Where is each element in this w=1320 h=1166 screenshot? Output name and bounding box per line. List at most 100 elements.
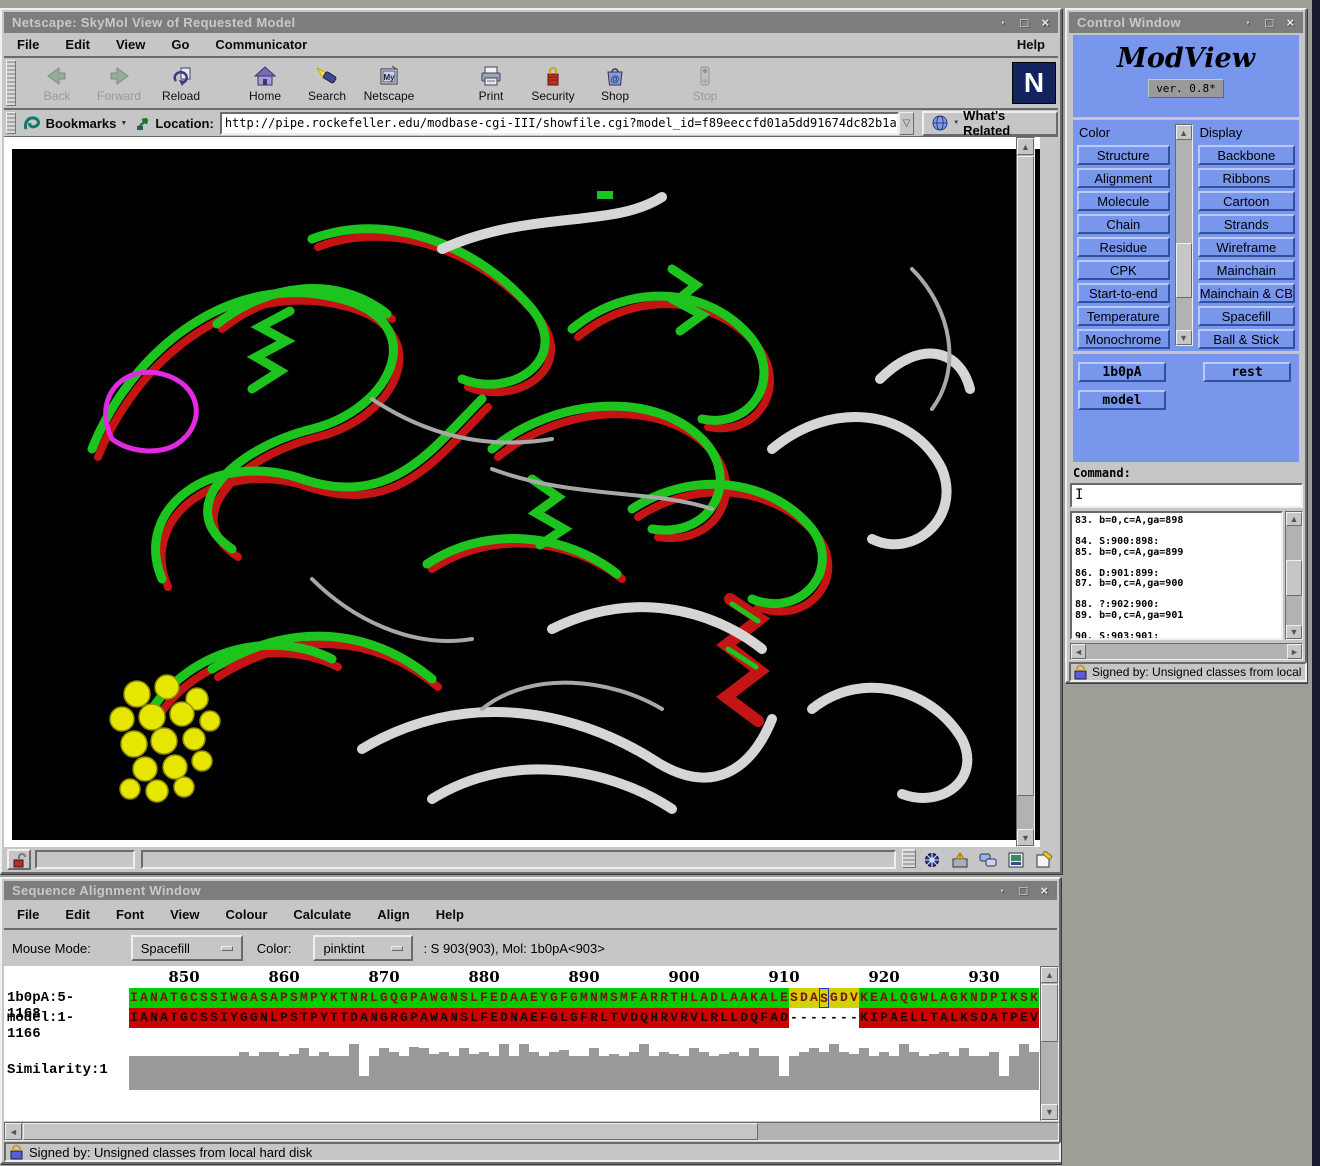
align-menu-file[interactable]: File (4, 907, 52, 922)
whats-related-button[interactable]: ▼ What's Related (922, 111, 1058, 136)
close-icon[interactable]: × (1282, 15, 1299, 30)
toolbar-print-button[interactable]: Print (460, 62, 522, 105)
seq1-segment-yellow-post[interactable]: GDV (829, 988, 859, 1008)
location-icon[interactable] (135, 111, 153, 135)
seq1-segment-green2[interactable]: KEALQGWLAGKNDPIKSK (859, 988, 1039, 1008)
command-input[interactable]: I (1070, 483, 1303, 508)
menu-communicator[interactable]: Communicator (202, 37, 320, 52)
align-menu-calculate[interactable]: Calculate (280, 907, 364, 922)
log-vscrollbar[interactable]: ▲ ▼ (1285, 511, 1303, 640)
rest-button[interactable]: rest (1203, 362, 1291, 382)
scroll-down-icon[interactable]: ▼ (1017, 829, 1034, 846)
bookmarks-label[interactable]: Bookmarks (42, 116, 121, 131)
display-button-ribbons[interactable]: Ribbons (1198, 168, 1295, 188)
command-log[interactable]: 83. b=0,c=A,ga=898 84. S:900:898:85. b=0… (1070, 511, 1283, 640)
menu-help[interactable]: Help (1004, 37, 1058, 52)
display-button-mainchain-cb[interactable]: Mainchain & CB (1198, 283, 1295, 303)
display-button-ball-stick[interactable]: Ball & Stick (1198, 329, 1295, 349)
close-icon[interactable]: × (1037, 15, 1054, 30)
scroll-down-icon[interactable]: ▼ (1041, 1104, 1058, 1120)
color-button-temperature[interactable]: Temperature (1077, 306, 1170, 326)
scroll-down-icon[interactable]: ▼ (1176, 330, 1192, 345)
sequence-panel[interactable]: 850860870880890900910920930 1b0pA:5-1168… (4, 966, 1040, 1121)
display-button-backbone[interactable]: Backbone (1198, 145, 1295, 165)
seq2-segment-red1[interactable]: IANATGCSSIYGGNLPSTPYTTDANGRGPAWANSLFEDNA… (129, 1008, 789, 1028)
display-button-cartoon[interactable]: Cartoon (1198, 191, 1295, 211)
seq2-segment-red2[interactable]: KIPAELLTALKSDATPEV (859, 1008, 1039, 1028)
molecule-button-1b0pA[interactable]: 1b0pA (1078, 362, 1166, 382)
scroll-down-icon[interactable]: ▼ (1286, 625, 1302, 639)
color-button-structure[interactable]: Structure (1077, 145, 1170, 165)
toolbar-search-button[interactable]: Search (296, 62, 358, 105)
security-status-button[interactable] (7, 849, 31, 870)
minimize-icon[interactable]: · (994, 883, 1011, 898)
menu-file[interactable]: File (4, 37, 52, 52)
scroll-left-icon[interactable]: ◄ (1071, 644, 1086, 659)
panel-vscrollbar[interactable]: ▲ ▼ (1175, 124, 1193, 346)
toolbar-security-button[interactable]: Security (522, 62, 584, 105)
control-titlebar[interactable]: Control Window · □ × (1069, 12, 1303, 33)
discussions-icon[interactable] (974, 850, 1002, 870)
align-menu-help[interactable]: Help (423, 907, 477, 922)
navigator-icon[interactable] (918, 850, 946, 870)
color-dropdown[interactable]: pinktint (313, 935, 413, 961)
toolbar-netscape-button[interactable]: MyNetscape (358, 62, 420, 105)
alignment-titlebar[interactable]: Sequence Alignment Window · □ × (4, 881, 1057, 900)
align-menu-view[interactable]: View (157, 907, 212, 922)
addressbook-icon[interactable] (1002, 850, 1030, 870)
color-button-residue[interactable]: Residue (1077, 237, 1170, 257)
seq1-selected-residue[interactable]: S (819, 988, 829, 1008)
scroll-up-icon[interactable]: ▲ (1041, 967, 1058, 983)
color-button-monochrome[interactable]: Monochrome (1077, 329, 1170, 349)
seq1-segment-green1[interactable]: IANATGCSSIWGASAPSMPYKTNRLGQGPAWGNSLFEDAA… (129, 988, 789, 1008)
sequence-vscroll-thumb[interactable] (1041, 984, 1058, 1042)
align-menu-align[interactable]: Align (364, 907, 423, 922)
panel-vscroll-thumb[interactable] (1176, 243, 1192, 298)
page-vscroll-thumb[interactable] (1017, 156, 1034, 796)
toolbar-grip[interactable] (6, 60, 16, 106)
align-menu-colour[interactable]: Colour (213, 907, 281, 922)
toolbar-shop-button[interactable]: @Shop (584, 62, 646, 105)
display-button-strands[interactable]: Strands (1198, 214, 1295, 234)
maximize-icon[interactable]: □ (1261, 15, 1278, 30)
color-button-cpk[interactable]: CPK (1077, 260, 1170, 280)
log-vscroll-thumb[interactable] (1286, 560, 1302, 596)
location-dropdown-button[interactable]: ▽ (899, 112, 914, 135)
color-button-start-to-end[interactable]: Start-to-end (1077, 283, 1170, 303)
display-button-wireframe[interactable]: Wireframe (1198, 237, 1295, 257)
minimize-icon[interactable]: · (995, 15, 1012, 30)
log-hscrollbar[interactable]: ◄ ► (1070, 643, 1303, 660)
sequence-hscrollbar[interactable]: ◄ (4, 1122, 1059, 1141)
molecule-render[interactable] (12, 149, 1040, 840)
menu-go[interactable]: Go (158, 37, 202, 52)
molecule-button-model[interactable]: model (1078, 390, 1166, 410)
scroll-right-icon[interactable]: ► (1287, 644, 1302, 659)
bookmark-icon[interactable] (22, 111, 42, 135)
netscape-titlebar[interactable]: Netscape: SkyMol View of Requested Model… (4, 12, 1058, 33)
sequence-hscroll-thumb[interactable] (23, 1123, 758, 1140)
scroll-up-icon[interactable]: ▲ (1286, 512, 1302, 526)
menu-view[interactable]: View (103, 37, 158, 52)
align-menu-edit[interactable]: Edit (52, 907, 103, 922)
color-button-chain[interactable]: Chain (1077, 214, 1170, 234)
locationbar-grip[interactable] (6, 112, 16, 134)
toolbar-reload-button[interactable]: Reload (150, 62, 212, 105)
page-vscrollbar[interactable]: ▲ ▼ (1016, 137, 1035, 847)
scroll-left-icon[interactable]: ◄ (5, 1123, 22, 1140)
composer-icon[interactable] (1030, 850, 1058, 870)
menu-edit[interactable]: Edit (52, 37, 103, 52)
color-button-alignment[interactable]: Alignment (1077, 168, 1170, 188)
componentbar-grip[interactable] (902, 849, 916, 868)
display-button-spacefill[interactable]: Spacefill (1198, 306, 1295, 326)
maximize-icon[interactable]: □ (1016, 15, 1033, 30)
mailbox-icon[interactable] (946, 850, 974, 870)
display-button-mainchain[interactable]: Mainchain (1198, 260, 1295, 280)
seq1-segment-yellow-pre[interactable]: SDA (789, 988, 819, 1008)
scroll-up-icon[interactable]: ▲ (1017, 138, 1034, 155)
mouse-mode-dropdown[interactable]: Spacefill (131, 935, 243, 961)
netscape-logo[interactable]: N (1012, 62, 1056, 104)
seq2-gap[interactable]: ------- (789, 1008, 859, 1028)
close-icon[interactable]: × (1036, 883, 1053, 898)
align-menu-font[interactable]: Font (103, 907, 157, 922)
color-button-molecule[interactable]: Molecule (1077, 191, 1170, 211)
